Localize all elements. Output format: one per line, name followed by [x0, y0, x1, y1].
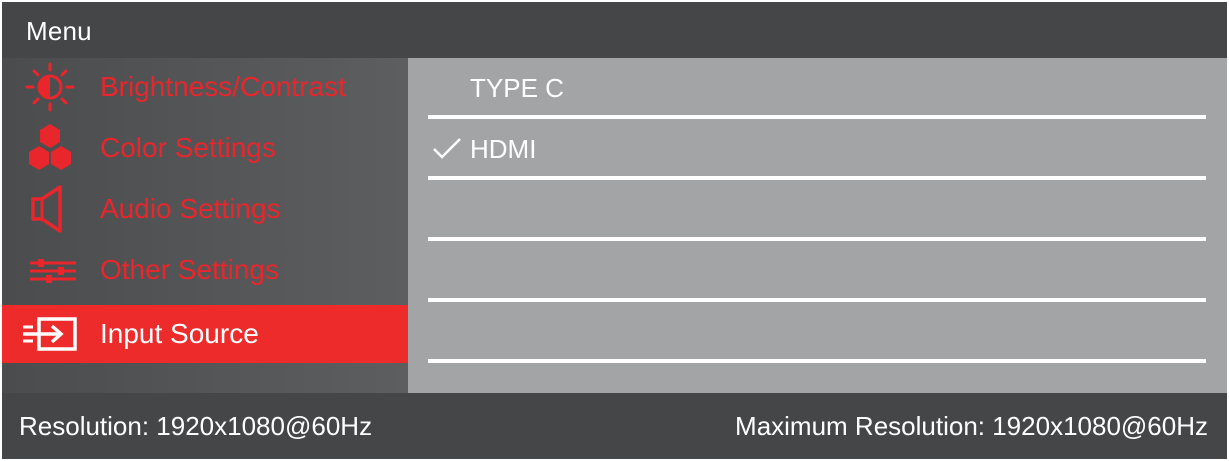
- input-source-icon: [20, 308, 80, 360]
- menu-title: Menu: [26, 16, 92, 46]
- sidebar-item-color-settings[interactable]: Color Settings: [2, 119, 408, 177]
- option-empty-slot: [428, 241, 1206, 302]
- option-label: HDMI: [470, 134, 537, 164]
- sidebar-item-audio-settings[interactable]: Audio Settings: [2, 180, 408, 238]
- status-bar: Resolution: 1920x1080@60Hz Maximum Resol…: [2, 393, 1227, 459]
- option-type-c[interactable]: TYPE C: [428, 58, 1206, 119]
- sliders-icon: [20, 244, 80, 296]
- option-hdmi[interactable]: HDMI: [428, 119, 1206, 180]
- title-bar: Menu: [2, 2, 1227, 58]
- maximum-resolution: Maximum Resolution: 1920x1080@60Hz: [735, 411, 1208, 441]
- sidebar-item-input-source[interactable]: Input Source: [2, 305, 408, 363]
- option-empty-slot: [428, 302, 1206, 363]
- sidebar-item-label: Color Settings: [100, 132, 276, 163]
- color-settings-icon: [20, 122, 80, 174]
- sidebar-item-label: Audio Settings: [100, 193, 281, 224]
- input-source-options-panel: TYPE C HDMI: [408, 58, 1227, 393]
- osd-menu-window: Menu Brightness/Contrast Color Settings …: [2, 2, 1227, 459]
- sidebar: Brightness/Contrast Color Settings Audio…: [2, 58, 408, 393]
- speaker-icon: [20, 183, 80, 235]
- sidebar-item-other-settings[interactable]: Other Settings: [2, 241, 408, 299]
- option-label: TYPE C: [470, 73, 564, 103]
- sidebar-item-label: Input Source: [100, 318, 259, 349]
- option-empty-slot: [428, 180, 1206, 241]
- sidebar-item-label: Other Settings: [100, 254, 279, 285]
- sidebar-item-brightness-contrast[interactable]: Brightness/Contrast: [2, 58, 408, 116]
- brightness-icon: [20, 61, 80, 113]
- current-resolution: Resolution: 1920x1080@60Hz: [19, 411, 373, 441]
- sidebar-item-label: Brightness/Contrast: [100, 71, 346, 102]
- checkmark-icon: [432, 137, 462, 161]
